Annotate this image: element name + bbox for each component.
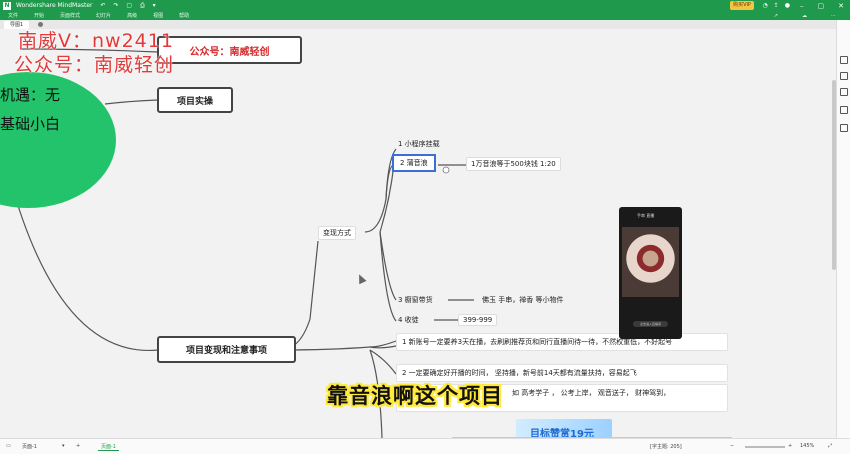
window-controls: – ▢ ✕ bbox=[800, 0, 844, 11]
right-side-panel bbox=[836, 20, 850, 438]
subtopic-apprentice[interactable]: 4 收徒 bbox=[398, 315, 419, 325]
zoom-level[interactable]: 145% bbox=[800, 443, 814, 449]
phone-header-text: 手串 直播 bbox=[637, 213, 655, 218]
subtopic-yinlang-detail[interactable]: 1万音浪等于500块钱 1:20 bbox=[466, 157, 561, 171]
subtopic-yinlang[interactable]: 2 蒲音浪 bbox=[392, 154, 436, 172]
phone-live-button: 点击进入直播间 bbox=[633, 321, 668, 327]
watermark-wechat: 南威V：nw2411 bbox=[18, 30, 174, 52]
style-icon[interactable] bbox=[840, 72, 848, 80]
video-subtitle: 靠音浪啊这个项目 bbox=[327, 384, 503, 408]
user-icon[interactable]: ● bbox=[785, 2, 790, 9]
fit-screen-icon[interactable]: ⤢ bbox=[828, 443, 832, 449]
page-list-icon[interactable]: ▭ bbox=[6, 443, 11, 449]
bracelet-photo bbox=[622, 227, 679, 297]
more-icon[interactable]: ⋯ bbox=[831, 13, 836, 19]
title-icons: ◔ ⇪ ● bbox=[762, 0, 790, 11]
topic-gongzhonghao[interactable]: 公众号：南威轻创 bbox=[157, 36, 302, 64]
central-topic-line2: 基础小白 bbox=[0, 115, 61, 133]
subtopic-showcase-detail[interactable]: 佛玉 手串，禅香 等小物件 bbox=[482, 295, 563, 305]
menu-start[interactable]: 开始 bbox=[34, 12, 44, 19]
topic-monetization-methods[interactable]: 变现方式 bbox=[318, 226, 356, 240]
add-page-button[interactable]: + bbox=[76, 443, 80, 449]
menu-advanced[interactable]: 高级 bbox=[127, 12, 137, 19]
subtopic-showcase[interactable]: 3 橱窗带货 bbox=[398, 295, 433, 305]
note-icon[interactable] bbox=[840, 124, 848, 132]
layers-icon[interactable] bbox=[840, 106, 848, 114]
minimize-button[interactable]: – bbox=[800, 2, 804, 10]
app-logo-icon: N bbox=[3, 1, 11, 10]
menu-bar: 文件 开始 页面样式 幻灯片 高级 视图 帮助 ↗ ☁ ⋯ bbox=[0, 11, 850, 20]
share-icon[interactable]: ⇪ bbox=[774, 2, 779, 9]
active-page-tab[interactable]: 页面-1 bbox=[98, 443, 119, 451]
zoom-in-button[interactable]: + bbox=[788, 443, 792, 449]
subtopic-apprentice-detail[interactable]: 399-999 bbox=[458, 314, 498, 326]
page-selector[interactable]: 页面-1 bbox=[22, 443, 37, 450]
topic-monetization[interactable]: 项目变现和注意事项 bbox=[157, 336, 296, 363]
close-button[interactable]: ✕ bbox=[838, 2, 844, 10]
cloud-icon[interactable]: ☁ bbox=[802, 13, 807, 19]
promo-banner-image[interactable]: 目标赞赏19元 bbox=[516, 419, 612, 438]
app-title: Wondershare MindMaster bbox=[16, 2, 93, 9]
bell-icon[interactable]: ◔ bbox=[762, 2, 767, 9]
publish-icon[interactable]: ↗ bbox=[774, 13, 778, 19]
menu-file[interactable]: 文件 bbox=[8, 12, 18, 19]
title-bar: N Wondershare MindMaster ↶ ↷ ▢ ⎙ ▾ 购买VIP… bbox=[0, 0, 850, 11]
zoom-out-button[interactable]: − bbox=[730, 443, 734, 449]
premium-button[interactable]: 购买VIP bbox=[730, 1, 754, 10]
menu-page-style[interactable]: 页面样式 bbox=[60, 12, 80, 19]
vertical-scrollbar[interactable] bbox=[832, 80, 836, 270]
menu-help[interactable]: 帮助 bbox=[179, 12, 189, 19]
watermark-official-account: 公众号：南威轻创 bbox=[14, 54, 175, 76]
mindmap-canvas[interactable]: 机遇：无 基础小白 公众号：南威轻创 项目实操 项目变现和注意事项 变现方式 1… bbox=[0, 29, 836, 438]
outline-icon[interactable] bbox=[840, 88, 848, 96]
topic-project-practice[interactable]: 项目实操 bbox=[157, 87, 233, 113]
menu-view[interactable]: 视图 bbox=[153, 12, 163, 19]
menu-slides[interactable]: 幻灯片 bbox=[96, 12, 111, 19]
word-count: [字主题: 205] bbox=[650, 444, 682, 450]
maximize-button[interactable]: ▢ bbox=[818, 2, 825, 10]
page-dropdown-icon[interactable]: ▾ bbox=[62, 443, 65, 449]
central-topic-line1: 机遇：无 bbox=[0, 86, 61, 104]
quick-access-toolbar[interactable]: ↶ ↷ ▢ ⎙ ▾ bbox=[101, 2, 159, 10]
subtopic-miniprogram[interactable]: 1 小程序挂载 bbox=[398, 139, 440, 149]
phone-screenshot-image[interactable]: 手串 直播 点击进入直播间 bbox=[619, 207, 682, 339]
status-bar: ▭ 页面-1 ▾ + 页面-1 [字主题: 205] − + 145% ⤢ bbox=[0, 438, 850, 454]
zoom-slider[interactable] bbox=[745, 446, 785, 448]
menu-tools: ↗ ☁ ⋯ bbox=[766, 13, 836, 19]
format-icon[interactable] bbox=[840, 56, 848, 64]
